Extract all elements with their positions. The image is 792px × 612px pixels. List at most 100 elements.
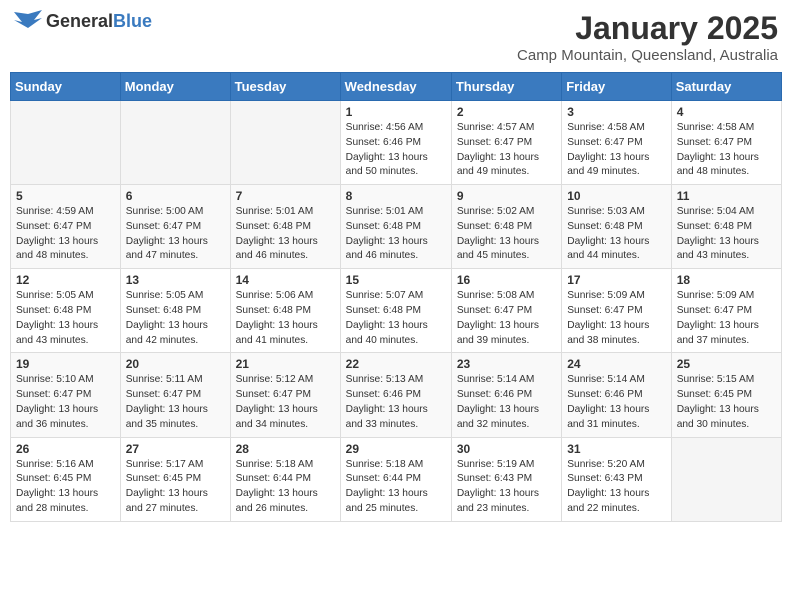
day-number: 3	[567, 105, 665, 119]
location-subtitle: Camp Mountain, Queensland, Australia	[517, 47, 778, 64]
weekday-header-tuesday: Tuesday	[230, 73, 340, 101]
calendar-cell: 7 Sunrise: 5:01 AM Sunset: 6:48 PM Daylig…	[230, 185, 340, 269]
day-number: 15	[346, 273, 446, 287]
day-info: Sunrise: 5:08 AM Sunset: 6:47 PM Dayligh…	[457, 289, 556, 348]
day-info: Sunrise: 5:15 AM Sunset: 6:45 PM Dayligh…	[677, 373, 776, 432]
day-number: 21	[236, 357, 335, 371]
calendar-cell	[120, 101, 230, 185]
day-number: 11	[677, 189, 776, 203]
day-info: Sunrise: 5:06 AM Sunset: 6:48 PM Dayligh…	[236, 289, 335, 348]
calendar-cell: 11 Sunrise: 5:04 AM Sunset: 6:48 PM Dayli…	[671, 185, 781, 269]
page-header: GeneralBlue January 2025 Camp Mountain, …	[10, 10, 782, 64]
calendar-cell: 15Sunrise: 5:07 AM Sunset: 6:48 PM Dayli…	[340, 269, 451, 353]
calendar-cell: 14 Sunrise: 5:06 AM Sunset: 6:48 PM Dayli…	[230, 269, 340, 353]
day-number: 10	[567, 189, 665, 203]
day-info: Sunrise: 5:17 AM Sunset: 6:45 PM Dayligh…	[126, 458, 225, 517]
day-info: Sunrise: 5:18 AM Sunset: 6:44 PM Dayligh…	[346, 458, 446, 517]
day-info: Sunrise: 5:01 AM Sunset: 6:48 PM Dayligh…	[236, 205, 335, 264]
day-number: 5	[16, 189, 115, 203]
calendar-cell: 26Sunrise: 5:16 AM Sunset: 6:45 PM Dayli…	[11, 437, 121, 521]
weekday-header-row: SundayMondayTuesdayWednesdayThursdayFrid…	[11, 73, 782, 101]
day-number: 22	[346, 357, 446, 371]
calendar-cell: 4Sunrise: 4:58 AM Sunset: 6:47 PM Daylig…	[671, 101, 781, 185]
weekday-header-thursday: Thursday	[451, 73, 561, 101]
calendar-cell: 10 Sunrise: 5:03 AM Sunset: 6:48 PM Dayli…	[562, 185, 671, 269]
day-info: Sunrise: 5:14 AM Sunset: 6:46 PM Dayligh…	[567, 373, 665, 432]
logo: GeneralBlue	[14, 10, 152, 32]
calendar-week-row: 19 Sunrise: 5:10 AM Sunset: 6:47 PM Dayli…	[11, 353, 782, 437]
day-number: 25	[677, 357, 776, 371]
day-info: Sunrise: 4:58 AM Sunset: 6:47 PM Dayligh…	[567, 121, 665, 180]
logo-blue: Blue	[113, 11, 152, 31]
day-number: 2	[457, 105, 556, 119]
day-info: Sunrise: 5:20 AM Sunset: 6:43 PM Dayligh…	[567, 458, 665, 517]
calendar-cell: 29 Sunrise: 5:18 AM Sunset: 6:44 PM Dayli…	[340, 437, 451, 521]
day-number: 29	[346, 442, 446, 456]
day-info: Sunrise: 5:03 AM Sunset: 6:48 PM Dayligh…	[567, 205, 665, 264]
day-number: 7	[236, 189, 335, 203]
calendar-cell: 22 Sunrise: 5:13 AM Sunset: 6:46 PM Dayli…	[340, 353, 451, 437]
day-number: 31	[567, 442, 665, 456]
calendar-cell: 27 Sunrise: 5:17 AM Sunset: 6:45 PM Dayli…	[120, 437, 230, 521]
day-number: 12	[16, 273, 115, 287]
day-info: Sunrise: 5:05 AM Sunset: 6:48 PM Dayligh…	[126, 289, 225, 348]
calendar-cell: 20Sunrise: 5:11 AM Sunset: 6:47 PM Dayli…	[120, 353, 230, 437]
calendar-cell	[230, 101, 340, 185]
day-info: Sunrise: 4:59 AM Sunset: 6:47 PM Dayligh…	[16, 205, 115, 264]
day-number: 17	[567, 273, 665, 287]
day-number: 26	[16, 442, 115, 456]
day-number: 18	[677, 273, 776, 287]
weekday-header-sunday: Sunday	[11, 73, 121, 101]
day-info: Sunrise: 4:58 AM Sunset: 6:47 PM Dayligh…	[677, 121, 776, 180]
calendar-cell: 21 Sunrise: 5:12 AM Sunset: 6:47 PM Dayli…	[230, 353, 340, 437]
day-number: 8	[346, 189, 446, 203]
day-number: 24	[567, 357, 665, 371]
weekday-header-monday: Monday	[120, 73, 230, 101]
calendar-week-row: 26Sunrise: 5:16 AM Sunset: 6:45 PM Dayli…	[11, 437, 782, 521]
calendar-cell: 18 Sunrise: 5:09 AM Sunset: 6:47 PM Dayli…	[671, 269, 781, 353]
calendar-cell: 6Sunrise: 5:00 AM Sunset: 6:47 PM Daylig…	[120, 185, 230, 269]
day-info: Sunrise: 5:12 AM Sunset: 6:47 PM Dayligh…	[236, 373, 335, 432]
day-info: Sunrise: 5:02 AM Sunset: 6:48 PM Dayligh…	[457, 205, 556, 264]
day-info: Sunrise: 5:04 AM Sunset: 6:48 PM Dayligh…	[677, 205, 776, 264]
calendar-week-row: 12 Sunrise: 5:05 AM Sunset: 6:48 PM Dayli…	[11, 269, 782, 353]
calendar-cell: 5 Sunrise: 4:59 AM Sunset: 6:47 PM Daylig…	[11, 185, 121, 269]
calendar-cell	[671, 437, 781, 521]
day-info: Sunrise: 5:11 AM Sunset: 6:47 PM Dayligh…	[126, 373, 225, 432]
day-number: 16	[457, 273, 556, 287]
calendar-cell: 16 Sunrise: 5:08 AM Sunset: 6:47 PM Dayli…	[451, 269, 561, 353]
day-number: 30	[457, 442, 556, 456]
calendar-cell: 30Sunrise: 5:19 AM Sunset: 6:43 PM Dayli…	[451, 437, 561, 521]
month-title: January 2025	[517, 10, 778, 47]
day-number: 13	[126, 273, 225, 287]
day-number: 27	[126, 442, 225, 456]
day-number: 28	[236, 442, 335, 456]
weekday-header-friday: Friday	[562, 73, 671, 101]
day-info: Sunrise: 4:57 AM Sunset: 6:47 PM Dayligh…	[457, 121, 556, 180]
calendar-cell: 31 Sunrise: 5:20 AM Sunset: 6:43 PM Dayli…	[562, 437, 671, 521]
calendar-table: SundayMondayTuesdayWednesdayThursdayFrid…	[10, 72, 782, 522]
calendar-cell: 1Sunrise: 4:56 AM Sunset: 6:46 PM Daylig…	[340, 101, 451, 185]
logo-general: General	[46, 11, 113, 31]
weekday-header-wednesday: Wednesday	[340, 73, 451, 101]
calendar-cell: 12 Sunrise: 5:05 AM Sunset: 6:48 PM Dayli…	[11, 269, 121, 353]
calendar-cell: 2 Sunrise: 4:57 AM Sunset: 6:47 PM Daylig…	[451, 101, 561, 185]
day-info: Sunrise: 5:05 AM Sunset: 6:48 PM Dayligh…	[16, 289, 115, 348]
day-number: 19	[16, 357, 115, 371]
calendar-cell: 17Sunrise: 5:09 AM Sunset: 6:47 PM Dayli…	[562, 269, 671, 353]
day-number: 9	[457, 189, 556, 203]
weekday-header-saturday: Saturday	[671, 73, 781, 101]
day-number: 23	[457, 357, 556, 371]
day-info: Sunrise: 5:13 AM Sunset: 6:46 PM Dayligh…	[346, 373, 446, 432]
calendar-week-row: 1Sunrise: 4:56 AM Sunset: 6:46 PM Daylig…	[11, 101, 782, 185]
calendar-cell	[11, 101, 121, 185]
day-info: Sunrise: 5:10 AM Sunset: 6:47 PM Dayligh…	[16, 373, 115, 432]
day-number: 6	[126, 189, 225, 203]
day-info: Sunrise: 5:09 AM Sunset: 6:47 PM Dayligh…	[677, 289, 776, 348]
logo-icon	[14, 10, 42, 32]
day-info: Sunrise: 5:14 AM Sunset: 6:46 PM Dayligh…	[457, 373, 556, 432]
calendar-week-row: 5 Sunrise: 4:59 AM Sunset: 6:47 PM Daylig…	[11, 185, 782, 269]
day-number: 14	[236, 273, 335, 287]
day-number: 1	[346, 105, 446, 119]
calendar-cell: 25 Sunrise: 5:15 AM Sunset: 6:45 PM Dayli…	[671, 353, 781, 437]
